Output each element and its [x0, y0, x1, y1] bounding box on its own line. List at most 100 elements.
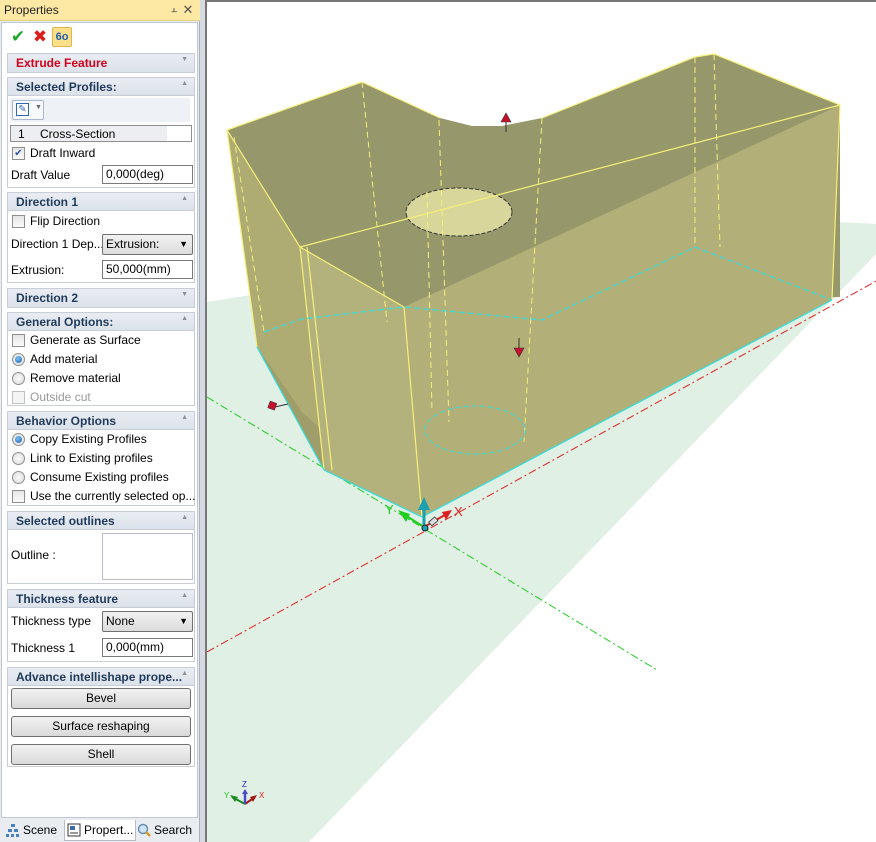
shell-button[interactable]: Shell — [11, 744, 191, 765]
pin-icon[interactable]: ⫠ — [168, 3, 180, 16]
draft-inward-checkbox[interactable]: ✔ — [12, 147, 25, 160]
mini-z-label: Z — [242, 780, 247, 789]
option-label: Link to Existing profiles — [30, 451, 153, 465]
section-header[interactable]: Direction 1 ▲ — [8, 193, 194, 211]
magnifier-icon — [137, 823, 151, 837]
add-material-radio[interactable] — [12, 353, 25, 366]
copy-profiles-radio[interactable] — [12, 433, 25, 446]
bevel-button[interactable]: Bevel — [11, 688, 191, 709]
cancel-x-icon[interactable]: ✖ — [30, 27, 50, 47]
properties-icon — [67, 823, 81, 837]
thickness-1-input[interactable]: 0,000(mm) — [102, 638, 193, 657]
section-title: Extrude Feature — [16, 56, 108, 70]
edit-profile-button[interactable]: ✎ ▼ — [12, 100, 44, 120]
x-axis-label: X — [454, 504, 463, 519]
ok-checkmark-icon[interactable]: ✔ — [8, 27, 28, 47]
properties-panel: Properties ⫠ ✕ ✔ ✖ 6o Extrude Feature ▼ … — [0, 0, 200, 842]
section-title: Selected outlines — [16, 514, 115, 528]
use-selected-checkbox[interactable] — [12, 490, 25, 503]
remove-material-radio[interactable] — [12, 372, 25, 385]
y-axis-label: Y — [385, 502, 394, 517]
copy-profiles-row[interactable]: Copy Existing Profiles — [8, 430, 194, 449]
section-title: Behavior Options — [16, 414, 117, 428]
link-profiles-row[interactable]: Link to Existing profiles — [8, 449, 194, 468]
thickness-1-row: Thickness 1 0,000(mm) — [8, 638, 194, 657]
section-header[interactable]: Selected Profiles: ▲ — [8, 78, 194, 96]
tab-properties[interactable]: Propert... — [64, 820, 137, 841]
section-title: Selected Profiles: — [16, 80, 117, 94]
outside-cut-row: Outside cut — [8, 388, 194, 407]
application-window: Properties ⫠ ✕ ✔ ✖ 6o Extrude Feature ▼ … — [0, 0, 876, 842]
option-label: Generate as Surface — [30, 333, 141, 347]
list-item[interactable]: 1 Cross-Section — [11, 126, 167, 141]
section-advance-intellishape: Advance intellishape prope... ▲ Bevel Su… — [7, 667, 195, 767]
edit-pencil-icon: ✎ — [16, 103, 29, 116]
tab-label: Propert... — [84, 823, 134, 837]
section-selected-profiles: Selected Profiles: ▲ ✎ ▼ 1 Cross-Section — [7, 77, 195, 188]
extrusion-input[interactable]: 50,000(mm) — [102, 260, 193, 279]
section-header[interactable]: Direction 2 ▼ — [8, 289, 194, 307]
section-direction-2: Direction 2 ▼ — [7, 288, 195, 308]
flip-direction-checkbox[interactable] — [12, 215, 25, 228]
section-selected-outlines: Selected outlines ▲ Outline : — [7, 511, 195, 584]
scene-canvas[interactable]: Y X Z Y X — [207, 2, 876, 842]
panel-content: ✔ ✖ 6o Extrude Feature ▼ Selected Profil… — [1, 22, 198, 818]
close-icon[interactable]: ✕ — [182, 2, 194, 18]
profile-list[interactable]: 1 Cross-Section — [10, 125, 192, 142]
chevron-down-icon[interactable]: ▼ — [181, 291, 188, 298]
chevron-up-icon[interactable]: ▲ — [181, 315, 188, 322]
add-material-row[interactable]: Add material — [8, 350, 194, 369]
section-header[interactable]: Extrude Feature ▼ — [8, 54, 194, 72]
remove-material-row[interactable]: Remove material — [8, 369, 194, 388]
chevron-up-icon[interactable]: ▲ — [181, 80, 188, 87]
use-selected-row[interactable]: Use the currently selected op... — [8, 487, 195, 506]
chevron-up-icon[interactable]: ▲ — [181, 514, 188, 521]
preview-glasses-icon[interactable]: 6o — [52, 27, 72, 47]
section-header[interactable]: General Options: ▲ — [8, 313, 194, 331]
tab-search[interactable]: Search — [137, 820, 192, 841]
section-header[interactable]: Advance intellishape prope... ▲ — [8, 668, 194, 686]
surface-reshaping-button[interactable]: Surface reshaping — [11, 716, 191, 737]
section-header[interactable]: Behavior Options ▲ — [8, 412, 194, 430]
scene-tree-icon — [6, 823, 19, 837]
consume-profiles-radio[interactable] — [12, 471, 25, 484]
generate-surface-checkbox[interactable] — [12, 334, 25, 347]
draft-inward-row[interactable]: ✔ Draft Inward — [8, 144, 194, 163]
flip-direction-label: Flip Direction — [30, 214, 101, 228]
outline-row: Outline : — [8, 531, 194, 583]
outline-list[interactable] — [102, 533, 193, 580]
section-header[interactable]: Selected outlines ▲ — [8, 512, 194, 530]
mini-x-label: X — [259, 791, 265, 800]
panel-titlebar: Properties ⫠ ✕ — [0, 0, 200, 21]
section-extrude-feature: Extrude Feature ▼ — [7, 53, 195, 73]
profile-name: Cross-Section — [40, 127, 116, 141]
draft-value-input[interactable]: 0,000(deg) — [102, 165, 193, 184]
panel-tabs: Scene Propert... Search — [0, 819, 200, 842]
thickness-type-label: Thickness type — [11, 614, 92, 628]
tab-scene[interactable]: Scene — [6, 820, 57, 841]
thickness-1-label: Thickness 1 — [11, 641, 76, 655]
chevron-up-icon[interactable]: ▲ — [181, 195, 188, 202]
option-label: Add material — [30, 352, 98, 366]
chevron-up-icon[interactable]: ▲ — [181, 592, 188, 599]
link-profiles-radio[interactable] — [12, 452, 25, 465]
chevron-down-icon[interactable]: ▼ — [181, 56, 188, 63]
consume-profiles-row[interactable]: Consume Existing profiles — [8, 468, 194, 487]
thickness-type-select[interactable]: None ▼ — [102, 611, 193, 632]
section-header[interactable]: Thickness feature ▲ — [8, 590, 194, 608]
section-thickness-feature: Thickness feature ▲ Thickness type None … — [7, 589, 195, 662]
generate-surface-row[interactable]: Generate as Surface — [8, 331, 194, 350]
direction-dependency-row: Direction 1 Dep... Extrusion: ▼ — [8, 234, 194, 255]
3d-viewport[interactable]: Y X Z Y X — [205, 0, 876, 842]
draft-value-label: Draft Value — [11, 168, 71, 182]
outside-cut-checkbox — [12, 391, 25, 404]
section-general-options: General Options: ▲ Generate as Surface A… — [7, 312, 195, 406]
chevron-up-icon[interactable]: ▲ — [181, 414, 188, 421]
flip-direction-row[interactable]: Flip Direction — [8, 212, 194, 231]
extrusion-label: Extrusion: — [11, 263, 65, 277]
direction-dependency-label: Direction 1 Dep... — [11, 237, 104, 251]
chevron-up-icon[interactable]: ▲ — [181, 670, 188, 677]
tab-label: Scene — [23, 823, 58, 837]
panel-title: Properties — [4, 3, 59, 17]
direction-dependency-select[interactable]: Extrusion: ▼ — [102, 234, 193, 255]
